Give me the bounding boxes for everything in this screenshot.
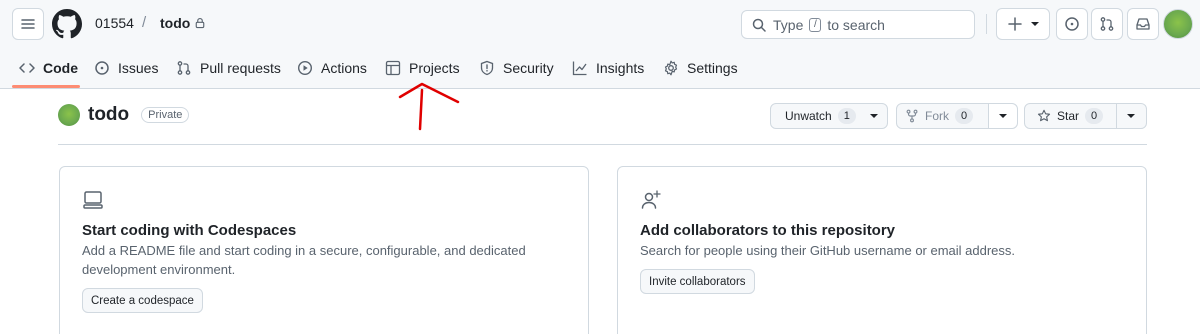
codespaces-description: Add a README file and start coding in a … — [82, 243, 526, 277]
tab-insights[interactable]: Insights — [572, 48, 644, 88]
play-icon — [297, 60, 313, 76]
fork-icon — [906, 109, 918, 123]
user-avatar[interactable] — [1163, 9, 1193, 39]
star-count: 0 — [1085, 108, 1104, 124]
repo-title[interactable]: todo — [88, 104, 129, 126]
star-button[interactable]: Star 0 — [1025, 104, 1116, 128]
star-icon — [1037, 109, 1051, 122]
tab-security-label: Security — [503, 60, 554, 76]
issue-icon — [95, 61, 109, 75]
fork-label: Fork — [925, 109, 949, 123]
issues-button[interactable] — [1056, 8, 1088, 40]
tab-actions[interactable]: Actions — [297, 48, 367, 88]
fork-button-group: Fork 0 — [896, 103, 1018, 129]
watch-count: 1 — [837, 108, 856, 124]
menu-button[interactable] — [12, 8, 44, 40]
inbox-button[interactable] — [1127, 8, 1159, 40]
repo-breadcrumb[interactable]: todo — [160, 15, 206, 31]
red-arrow-annotation — [398, 82, 460, 131]
watch-dropdown-button[interactable] — [861, 104, 887, 128]
tab-pull-requests-label: Pull requests — [200, 60, 281, 76]
shield-icon — [480, 60, 494, 76]
device-desktop-icon — [83, 191, 103, 209]
fork-button[interactable]: Fork 0 — [897, 104, 988, 128]
code-icon — [19, 63, 35, 73]
search-shortcut-key: / — [809, 17, 822, 32]
search-icon — [752, 18, 766, 32]
section-divider — [58, 144, 1147, 145]
tab-issues[interactable]: Issues — [94, 48, 158, 88]
fork-count: 0 — [955, 108, 974, 124]
repo-breadcrumb-label[interactable]: todo — [160, 15, 190, 31]
fork-dropdown-button[interactable] — [987, 104, 1017, 128]
codespaces-title: Start coding with Codespaces — [82, 222, 297, 239]
inbox-icon — [1136, 18, 1150, 30]
codespaces-card: Start coding with Codespaces Add a READM… — [59, 166, 589, 334]
hamburger-icon — [21, 19, 35, 29]
search-placeholder-suffix: to search — [827, 16, 885, 33]
breadcrumb-separator: / — [142, 14, 147, 31]
collaborators-card: Add collaborators to this repository Sea… — [617, 166, 1147, 334]
star-dropdown-button[interactable] — [1115, 104, 1146, 128]
invite-collaborators-button[interactable]: Invite collaborators — [640, 269, 755, 294]
chevron-down-icon — [1031, 22, 1039, 26]
top-bar: 01554 / todo Type / to search — [0, 0, 1200, 48]
owner-link[interactable]: 01554 — [95, 15, 134, 31]
gear-icon — [664, 60, 678, 76]
global-header: 01554 / todo Type / to search Code Issue… — [0, 0, 1200, 89]
plus-icon — [1008, 17, 1022, 31]
graph-icon — [572, 61, 587, 76]
create-new-button[interactable] — [996, 8, 1050, 40]
lock-icon — [196, 17, 205, 29]
tab-insights-label: Insights — [596, 60, 645, 76]
pull-request-icon — [1100, 17, 1114, 31]
repo-header: todo Private — [58, 104, 190, 126]
tab-security[interactable]: Security — [479, 48, 554, 88]
tab-settings[interactable]: Settings — [663, 48, 738, 88]
unwatch-label: Unwatch — [785, 109, 832, 123]
tab-issues-label: Issues — [118, 60, 159, 76]
star-label: Star — [1057, 109, 1080, 123]
pull-request-icon — [177, 61, 191, 75]
tab-pull-requests[interactable]: Pull requests — [176, 48, 281, 88]
collaborators-title: Add collaborators to this repository — [640, 222, 896, 239]
visibility-badge: Private — [141, 107, 190, 123]
tab-settings-label: Settings — [687, 60, 738, 76]
github-logo-icon[interactable] — [52, 9, 82, 39]
repo-owner-avatar[interactable] — [58, 104, 80, 126]
collaborators-description: Search for people using their GitHub use… — [640, 243, 1016, 258]
search-placeholder: Type — [773, 16, 804, 33]
chevron-down-icon — [1127, 114, 1136, 118]
watch-button-group: Unwatch 1 — [770, 103, 888, 129]
tab-code[interactable]: Code — [19, 48, 78, 88]
tab-actions-label: Actions — [321, 60, 367, 76]
chevron-down-icon — [870, 114, 878, 118]
search-input[interactable]: Type / to search — [741, 10, 975, 39]
unwatch-button[interactable]: Unwatch 1 — [771, 104, 861, 128]
create-codespace-button[interactable]: Create a codespace — [82, 288, 203, 313]
star-button-group: Star 0 — [1024, 103, 1147, 129]
header-divider — [986, 14, 987, 34]
pull-requests-button[interactable] — [1091, 8, 1123, 40]
active-tab-indicator — [12, 85, 80, 88]
issue-icon — [1065, 17, 1079, 31]
tab-code-label: Code — [43, 60, 78, 76]
person-add-icon — [641, 190, 661, 209]
repo-nav-tabs: Code Issues Pull requests Actions Projec… — [0, 48, 1200, 89]
chevron-down-icon — [998, 114, 1007, 118]
